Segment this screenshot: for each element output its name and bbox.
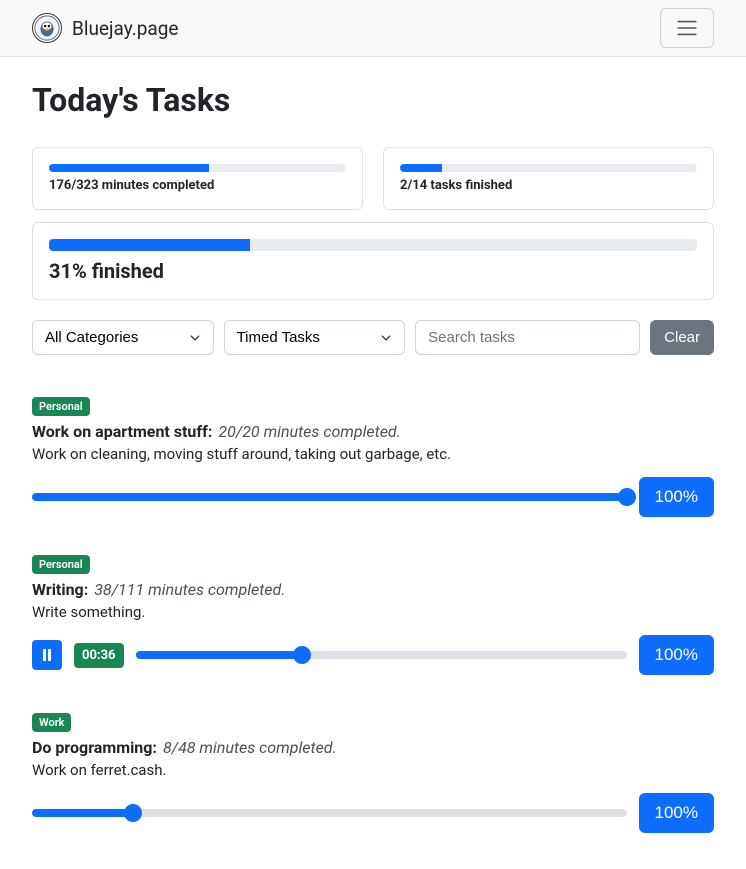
task-title: Work on apartment stuff: [32, 422, 212, 441]
task-category-badge: Personal [32, 555, 90, 574]
slider-thumb[interactable] [124, 804, 142, 822]
overall-progress [49, 239, 697, 251]
task-title-row: Work on apartment stuff: 20/20 minutes co… [32, 422, 714, 441]
tasks-progress [400, 164, 697, 172]
brand-text: Bluejay.page [72, 17, 179, 40]
timer-badge: 00:36 [74, 643, 124, 668]
task-description: Work on ferret.cash. [32, 761, 714, 779]
clear-button[interactable]: Clear [650, 320, 714, 355]
slider-thumb[interactable] [618, 488, 636, 506]
slider-thumb[interactable] [293, 646, 311, 664]
pause-button[interactable] [32, 640, 62, 670]
tasks-stat-card: 2/14 tasks finished [383, 147, 714, 210]
task-title-row: Writing: 38/111 minutes completed. [32, 580, 714, 599]
task-slider[interactable] [32, 809, 627, 817]
task-slider-row: 00:36 100% [32, 635, 714, 675]
percent-button[interactable]: 100% [639, 477, 714, 517]
slider-fill [32, 809, 133, 817]
task-description: Write something. [32, 603, 714, 621]
slider-track [32, 809, 627, 817]
hamburger-icon [675, 16, 699, 40]
task-slider[interactable] [32, 493, 627, 501]
percent-button[interactable]: 100% [639, 635, 714, 675]
slider-track [136, 651, 627, 659]
minutes-progress-bar [49, 164, 209, 172]
task-title: Writing: [32, 580, 88, 599]
task-item: Personal Work on apartment stuff: 20/20 mi… [32, 395, 714, 517]
search-input[interactable] [415, 320, 640, 355]
brand-logo-icon [32, 13, 62, 43]
task-category-badge: Personal [32, 397, 90, 416]
slider-fill [32, 493, 627, 501]
brand-link[interactable]: Bluejay.page [32, 13, 179, 43]
menu-toggle-button[interactable] [660, 8, 714, 48]
task-time-text: 20/20 minutes completed. [218, 422, 400, 441]
task-title: Do programming: [32, 738, 157, 757]
overall-stat-label: 31% finished [49, 259, 697, 283]
overall-stat-card: 31% finished [32, 222, 714, 300]
type-select[interactable]: Timed Tasks [224, 320, 406, 355]
task-time-text: 8/48 minutes completed. [163, 738, 337, 757]
task-item: Work Do programming: 8/48 minutes complete… [32, 711, 714, 833]
task-item: Personal Writing: 38/111 minutes completed… [32, 553, 714, 675]
slider-track [32, 493, 627, 501]
percent-button[interactable]: 100% [639, 793, 714, 833]
category-select[interactable]: All Categories [32, 320, 214, 355]
task-description: Work on cleaning, moving stuff around, t… [32, 445, 714, 463]
task-title-row: Do programming: 8/48 minutes completed. [32, 738, 714, 757]
minutes-progress [49, 164, 346, 172]
task-time-text: 38/111 minutes completed. [94, 580, 285, 599]
task-category-badge: Work [32, 713, 71, 732]
task-slider-row: 100% [32, 793, 714, 833]
minutes-stat-label: 176/323 minutes completed [49, 178, 346, 193]
pause-icon [42, 649, 52, 661]
tasks-stat-label: 2/14 tasks finished [400, 178, 697, 193]
task-slider[interactable] [136, 651, 627, 659]
page-title: Today's Tasks [32, 81, 714, 119]
tasks-progress-bar [400, 164, 442, 172]
slider-fill [136, 651, 303, 659]
overall-progress-bar [49, 239, 250, 251]
minutes-stat-card: 176/323 minutes completed [32, 147, 363, 210]
navbar: Bluejay.page [0, 0, 746, 57]
task-slider-row: 100% [32, 477, 714, 517]
